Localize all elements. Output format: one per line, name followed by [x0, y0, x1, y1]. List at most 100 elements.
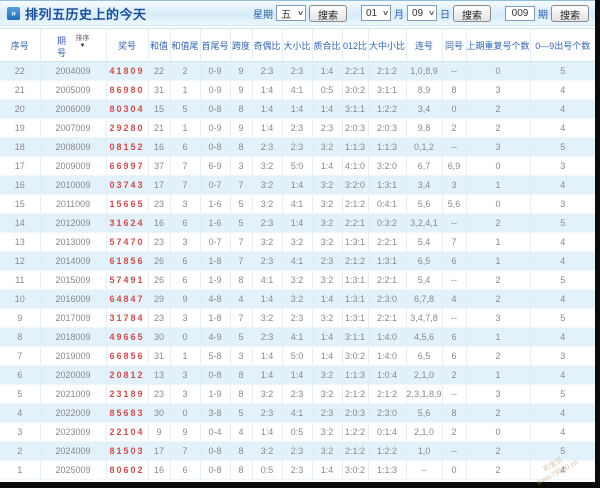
- cell: 6: [0, 365, 41, 385]
- history-table: 序号 期号 排序 ▼ 奖号 和值 和值尾 首尾号 跨度 奇偶比 大小比 质合比 012比 大中小比 连号 同号…: [0, 28, 595, 480]
- cell: 0-8: [200, 441, 231, 461]
- cell: 7: [230, 232, 253, 252]
- table-row: 12 2014009 61856 26 6 1-8 7 2:3 4:1 2:3 2:1:2 1:3:1…: [0, 251, 595, 271]
- cell: 2: [466, 441, 531, 461]
- cell: 4:1:0: [342, 156, 369, 176]
- cell: 2:3: [282, 137, 313, 157]
- cell: 1:4: [282, 213, 313, 233]
- cell: 3: [170, 365, 201, 385]
- cell: 12: [0, 251, 41, 271]
- cell: 1,0,8,9: [406, 61, 443, 81]
- cell: 1:3:1: [342, 232, 369, 252]
- chevron-down-icon: ∨: [427, 10, 436, 17]
- cell: 1:2:2: [342, 422, 369, 442]
- cell: 0-7: [200, 232, 231, 252]
- date-search-button[interactable]: 搜索: [453, 4, 491, 22]
- cell: 7: [0, 346, 41, 366]
- cell: 8: [230, 99, 253, 119]
- cell: 21: [148, 118, 171, 138]
- cell: 2:3: [252, 327, 283, 347]
- cell: 1:4: [312, 99, 343, 119]
- cell: 4: [530, 327, 595, 347]
- cell: 30: [148, 327, 171, 347]
- cell: 29: [148, 289, 171, 309]
- cell: 1:1:3: [342, 365, 369, 385]
- month-select[interactable]: 01 ∨: [361, 5, 391, 21]
- cell: 3: [530, 156, 595, 176]
- cell: 1:4: [282, 99, 313, 119]
- table-row: 13 2013009 57470 23 3 0-7 7 3:2 3:2 3:2 1:3:1 2:2:1…: [0, 232, 595, 252]
- cell: 0-8: [200, 460, 231, 480]
- prize-number-cell: 57470: [106, 232, 149, 252]
- week-search-button[interactable]: 搜索: [309, 4, 347, 22]
- day-select[interactable]: 09 ∨: [407, 5, 437, 21]
- cell: 23: [148, 232, 171, 252]
- issue-input[interactable]: [505, 5, 535, 21]
- sort-control[interactable]: 排序 ▼: [76, 35, 90, 49]
- week-select[interactable]: 五 ∨: [276, 5, 306, 21]
- prize-number-cell: 31624: [106, 213, 149, 233]
- cell: 8: [230, 441, 253, 461]
- cell: 1: [170, 346, 201, 366]
- cell: 3: [530, 194, 595, 214]
- cell: 1-6: [200, 213, 231, 233]
- cell: 23: [148, 194, 171, 214]
- table-row: 11 2015009 57491 26 6 1-9 8 4:1 3:2 3:2 1:3:1 2:2:1…: [0, 270, 595, 290]
- cell: 2005009: [40, 80, 107, 100]
- cell: 1:1:3: [368, 460, 407, 480]
- cell: 3: [230, 156, 253, 176]
- issue-search-button[interactable]: 搜索: [551, 4, 589, 22]
- cell: 5: [230, 327, 253, 347]
- prize-number-cell: 81503: [106, 441, 149, 461]
- cell: 7: [170, 175, 201, 195]
- cell: 3:2: [312, 232, 343, 252]
- cell: 2:3: [252, 251, 283, 271]
- cell: 5: [530, 441, 595, 461]
- cell: 3: [170, 194, 201, 214]
- cell: 4: [230, 289, 253, 309]
- cell: 3:2: [252, 156, 283, 176]
- cell: 2018009: [40, 327, 107, 347]
- cell: 3: [466, 80, 531, 100]
- column-header-1[interactable]: 期号 排序 ▼: [40, 28, 107, 62]
- cell: 2:3: [312, 251, 343, 271]
- chevron-down-icon: ∨: [296, 10, 305, 17]
- cell: 4: [530, 175, 595, 195]
- prize-number-cell: 29280: [106, 118, 149, 138]
- cell: 6: [442, 327, 467, 347]
- prize-number-cell: 03743: [106, 175, 149, 195]
- cell: 1-8: [200, 308, 231, 328]
- cell: 15: [148, 99, 171, 119]
- cell: 1:4: [252, 365, 283, 385]
- cell: 1:0:4: [368, 365, 407, 385]
- cell: 5: [530, 61, 595, 81]
- cell: --: [442, 441, 467, 461]
- cell: 1:4: [312, 460, 343, 480]
- cell: 2:3:0: [368, 403, 407, 423]
- cell: 8: [230, 270, 253, 290]
- cell: 8: [442, 403, 467, 423]
- cell: 0: [466, 194, 531, 214]
- cell: 2023009: [40, 422, 107, 442]
- cell: 2:2:1: [342, 213, 369, 233]
- cell: 22: [0, 61, 41, 81]
- cell: 2:3: [312, 403, 343, 423]
- cell: 4:1: [252, 270, 283, 290]
- cell: 3:2: [312, 441, 343, 461]
- day-select-value: 09: [412, 7, 424, 19]
- prize-number-cell: 80602: [106, 460, 149, 480]
- cell: 3:2: [312, 308, 343, 328]
- cell: 2:2:1: [368, 270, 407, 290]
- cell: 1: [0, 460, 41, 480]
- cell: 11: [0, 270, 41, 290]
- cell: --: [406, 460, 443, 480]
- cell: --: [442, 384, 467, 404]
- cell: 16: [148, 460, 171, 480]
- table-row: 17 2009009 66997 37 7 6-9 3 3:2 5:0 1:4 4:1:0 3:2:0…: [0, 156, 595, 176]
- cell: 6: [170, 460, 201, 480]
- cell: 1:4: [312, 346, 343, 366]
- cell: 5: [530, 137, 595, 157]
- column-header-15: 0—9出号个数: [530, 28, 595, 62]
- cell: 0: [170, 403, 201, 423]
- cell: 2:1:2: [342, 194, 369, 214]
